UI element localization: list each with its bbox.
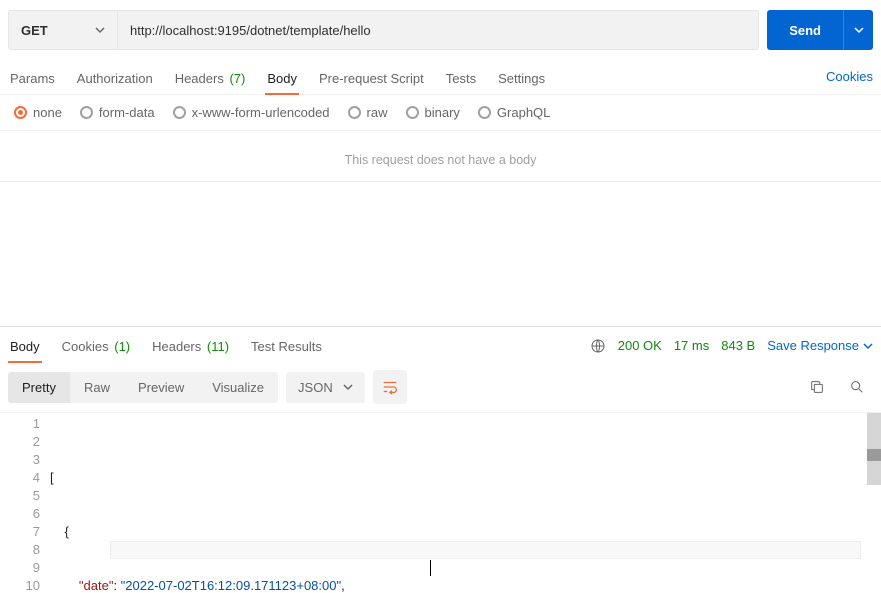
wrap-lines-button[interactable]	[373, 370, 407, 404]
format-select[interactable]: JSON	[286, 372, 365, 403]
body-type-none[interactable]: none	[14, 105, 62, 120]
tab-tests[interactable]: Tests	[444, 66, 478, 94]
resp-tab-cookies-label: Cookies	[62, 339, 109, 354]
save-response-label: Save Response	[767, 338, 859, 353]
time-meta: 17 ms	[674, 338, 709, 353]
cookies-link[interactable]: Cookies	[826, 69, 873, 92]
resp-tab-headers[interactable]: Headers (11)	[150, 335, 231, 362]
scrollbar[interactable]	[867, 413, 881, 593]
copy-icon[interactable]	[809, 379, 825, 395]
body-type-xwww-label: x-www-form-urlencoded	[192, 105, 330, 120]
url-input[interactable]	[118, 10, 759, 50]
tab-headers[interactable]: Headers (7)	[173, 66, 248, 94]
line-number-gutter: 1 2 3 4 5 6 7 8 9 10	[0, 413, 50, 593]
globe-icon[interactable]	[590, 338, 606, 354]
resp-tab-cookies-count: (1)	[114, 339, 130, 354]
body-type-none-label: none	[33, 105, 62, 120]
view-raw[interactable]: Raw	[70, 372, 124, 403]
radio-icon	[173, 106, 186, 119]
status-meta: 200 OK	[618, 338, 662, 353]
body-type-xwww[interactable]: x-www-form-urlencoded	[173, 105, 330, 120]
radio-icon	[478, 106, 491, 119]
radio-icon	[406, 106, 419, 119]
status-value: 200 OK	[618, 338, 662, 353]
tab-params[interactable]: Params	[8, 66, 57, 94]
resp-tab-headers-label: Headers	[152, 339, 201, 354]
view-mode-group: Pretty Raw Preview Visualize	[8, 372, 278, 403]
format-value: JSON	[298, 380, 333, 395]
radio-icon	[14, 106, 27, 119]
body-type-binary-label: binary	[425, 105, 460, 120]
chevron-down-icon	[854, 25, 864, 35]
radio-icon	[348, 106, 361, 119]
view-pretty[interactable]: Pretty	[8, 372, 70, 403]
size-meta: 843 B	[721, 338, 755, 353]
chevron-down-icon	[863, 341, 873, 351]
body-empty-area	[0, 182, 881, 327]
resp-tab-headers-count: (11)	[207, 339, 229, 354]
tab-prerequest[interactable]: Pre-request Script	[317, 66, 426, 94]
tab-headers-count: (7)	[229, 71, 245, 86]
code-content: [ { "date": "2022-07-02T16:12:09.171123+…	[50, 413, 881, 593]
wrap-icon	[381, 378, 399, 396]
send-button[interactable]: Send	[767, 10, 843, 50]
resp-tab-tests[interactable]: Test Results	[249, 335, 324, 362]
response-body-editor[interactable]: 1 2 3 4 5 6 7 8 9 10 [ { "date": "2022-0…	[0, 413, 881, 593]
chevron-down-icon	[343, 382, 353, 392]
method-value: GET	[21, 23, 48, 38]
tab-headers-label: Headers	[175, 71, 224, 86]
resp-tab-cookies[interactable]: Cookies (1)	[60, 335, 132, 362]
body-type-graphql[interactable]: GraphQL	[478, 105, 550, 120]
text-cursor	[430, 560, 431, 576]
body-empty-message: This request does not have a body	[0, 130, 881, 182]
time-value: 17 ms	[674, 338, 709, 353]
save-response-button[interactable]: Save Response	[767, 338, 873, 353]
size-value: 843 B	[721, 338, 755, 353]
body-type-binary[interactable]: binary	[406, 105, 460, 120]
tab-authorization[interactable]: Authorization	[75, 66, 155, 94]
send-button-group[interactable]: Send	[767, 10, 873, 50]
line-highlight	[110, 541, 861, 559]
search-icon[interactable]	[849, 379, 865, 395]
tab-settings[interactable]: Settings	[496, 66, 547, 94]
view-visualize[interactable]: Visualize	[198, 372, 278, 403]
body-type-raw-label: raw	[367, 105, 388, 120]
chevron-down-icon	[95, 25, 105, 35]
method-select[interactable]: GET	[8, 10, 118, 50]
body-type-graphql-label: GraphQL	[497, 105, 550, 120]
scroll-thumb[interactable]	[867, 449, 881, 461]
send-dropdown[interactable]	[843, 10, 873, 50]
radio-icon	[80, 106, 93, 119]
body-type-raw[interactable]: raw	[348, 105, 388, 120]
resp-tab-body[interactable]: Body	[8, 335, 42, 362]
view-preview[interactable]: Preview	[124, 372, 198, 403]
body-type-formdata-label: form-data	[99, 105, 155, 120]
tab-body[interactable]: Body	[265, 66, 299, 94]
body-type-formdata[interactable]: form-data	[80, 105, 155, 120]
